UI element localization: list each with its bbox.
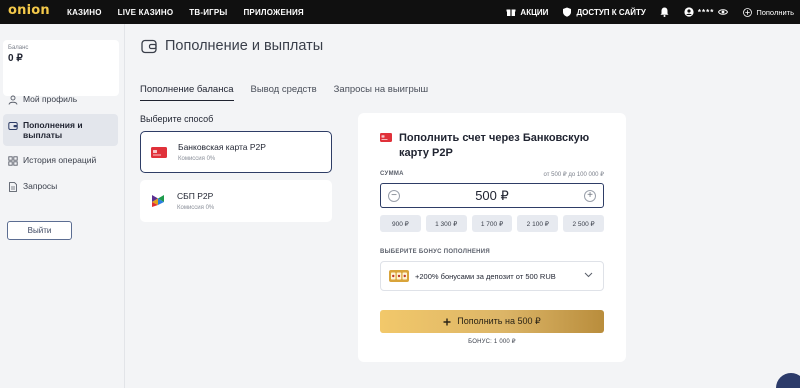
method-name: Банковская карта P2P bbox=[178, 142, 266, 152]
method-fee: Комиссия 0% bbox=[177, 205, 215, 211]
wallet-icon bbox=[141, 39, 157, 53]
logo[interactable]: onion bbox=[8, 3, 50, 18]
eye-icon[interactable] bbox=[718, 7, 729, 17]
document-icon bbox=[9, 182, 17, 192]
main-nav: КАЗИНО LIVE КАЗИНО ТВ-ИГРЫ ПРИЛОЖЕНИЯ bbox=[67, 0, 304, 24]
bonus-note: БОНУС: 1 000 ₽ bbox=[468, 339, 516, 345]
notifications-button[interactable] bbox=[660, 7, 670, 17]
increase-button[interactable]: + bbox=[584, 190, 596, 202]
bell-icon bbox=[660, 7, 670, 17]
header-actions: АКЦИИ ДОСТУП К САЙТУ **** Пополнить bbox=[492, 0, 794, 24]
user-icon bbox=[684, 7, 694, 17]
top-bar: onion КАЗИНО LIVE КАЗИНО ТВ-ИГРЫ ПРИЛОЖЕ… bbox=[0, 0, 800, 24]
quick-amount-button[interactable]: 1 300 ₽ bbox=[425, 215, 467, 232]
tabs: Пополнение баланса Вывод средств Запросы… bbox=[140, 84, 428, 101]
plus-icon bbox=[443, 318, 451, 325]
panel-title: Пополнить счет через Банковскую карту P2… bbox=[399, 132, 590, 159]
bank-card-icon bbox=[380, 133, 392, 142]
deposit-button-label: Пополнить на 500 ₽ bbox=[457, 316, 541, 326]
gift-icon bbox=[506, 7, 516, 17]
quick-amount-button[interactable]: 900 ₽ bbox=[380, 215, 421, 232]
nav-item-tv-games[interactable]: ТВ-ИГРЫ bbox=[189, 8, 227, 17]
site-access-link[interactable]: ДОСТУП К САЙТУ bbox=[562, 7, 646, 17]
tab-win-requests[interactable]: Запросы на выигрыш bbox=[334, 84, 429, 101]
amount-range: от 500 ₽ до 100 000 ₽ bbox=[543, 172, 604, 178]
slot-machine-icon bbox=[389, 270, 409, 282]
method-sbp[interactable]: СБП P2P Комиссия 0% bbox=[140, 180, 332, 222]
bonus-label: ВЫБЕРИТЕ БОНУС ПОПОЛНЕНИЯ bbox=[380, 249, 491, 255]
sidebar-item-history[interactable]: История операций bbox=[3, 149, 118, 172]
promotions-label: АКЦИИ bbox=[520, 7, 549, 17]
method-bank-card[interactable]: Банковская карта P2P Комиссия 0% bbox=[140, 131, 332, 173]
nav-item-live-casino[interactable]: LIVE КАЗИНО bbox=[118, 8, 174, 17]
replenish-label: Пополнить bbox=[756, 7, 794, 17]
sidebar-item-profile[interactable]: Мой профиль bbox=[3, 88, 118, 111]
amount-value: 500 ₽ bbox=[475, 187, 509, 203]
deposit-panel: Пополнить счет через Банковскую карту P2… bbox=[358, 113, 626, 362]
sbp-icon bbox=[152, 195, 164, 207]
choose-method-label: Выберите способ bbox=[140, 114, 214, 124]
replenish-link[interactable]: Пополнить bbox=[742, 7, 794, 17]
bank-card-icon bbox=[151, 146, 167, 158]
sidebar-item-label: Мой профиль bbox=[23, 94, 78, 104]
masked-user: **** bbox=[697, 7, 715, 17]
sidebar-item-label: Запросы bbox=[23, 181, 58, 191]
sidebar-item-payments[interactable]: Пополнения и выплаты bbox=[3, 114, 118, 146]
sidebar-item-requests[interactable]: Запросы bbox=[3, 175, 118, 198]
site-access-label: ДОСТУП К САЙТУ bbox=[576, 7, 646, 17]
wallet-icon bbox=[8, 122, 18, 130]
chevron-down-icon bbox=[584, 272, 593, 278]
tab-withdraw[interactable]: Вывод средств bbox=[251, 84, 317, 101]
shield-icon bbox=[562, 7, 572, 17]
page-header: Пополнение и выплаты bbox=[141, 38, 323, 54]
user-icon bbox=[8, 95, 18, 105]
method-name: СБП P2P bbox=[177, 191, 214, 201]
plus-circle-icon bbox=[742, 7, 752, 17]
sidebar-item-label: Пополнения и выплаты bbox=[23, 120, 83, 140]
sidebar-menu: Мой профиль Пополнения и выплаты История… bbox=[3, 88, 118, 201]
support-chat-button[interactable] bbox=[776, 373, 800, 388]
page-title: Пополнение и выплаты bbox=[165, 38, 324, 54]
quick-amount-button[interactable]: 1 700 ₽ bbox=[471, 215, 513, 232]
balance-value: 0 ₽ bbox=[8, 53, 23, 64]
amount-label: СУММА bbox=[380, 171, 404, 177]
decrease-button[interactable]: − bbox=[388, 190, 400, 202]
balance-label: Баланс bbox=[8, 45, 29, 51]
nav-item-apps[interactable]: ПРИЛОЖЕНИЯ bbox=[243, 8, 303, 17]
promotions-link[interactable]: АКЦИИ bbox=[506, 7, 548, 17]
quick-amounts: 900 ₽ 1 300 ₽ 1 700 ₽ 2 100 ₽ 2 500 ₽ bbox=[380, 215, 604, 232]
tab-deposit[interactable]: Пополнение баланса bbox=[140, 84, 234, 101]
grid-icon bbox=[8, 156, 18, 166]
deposit-button[interactable]: Пополнить на 500 ₽ bbox=[380, 310, 604, 333]
nav-item-casino[interactable]: КАЗИНО bbox=[67, 8, 102, 17]
bonus-selected: +200% бонусами за депозит от 500 RUB bbox=[415, 271, 556, 281]
sidebar-item-label: История операций bbox=[23, 155, 97, 165]
logout-button[interactable]: Выйти bbox=[7, 221, 72, 240]
bonus-select[interactable]: +200% бонусами за депозит от 500 RUB bbox=[380, 261, 604, 291]
quick-amount-button[interactable]: 2 100 ₽ bbox=[517, 215, 559, 232]
account-menu[interactable]: **** bbox=[684, 7, 729, 17]
quick-amount-button[interactable]: 2 500 ₽ bbox=[563, 215, 604, 232]
amount-input[interactable]: − 500 ₽ + bbox=[380, 183, 604, 208]
method-fee: Комиссия 0% bbox=[178, 156, 216, 162]
sidebar: Баланс 0 ₽ Мой профиль Пополнения и выпл… bbox=[0, 24, 125, 388]
